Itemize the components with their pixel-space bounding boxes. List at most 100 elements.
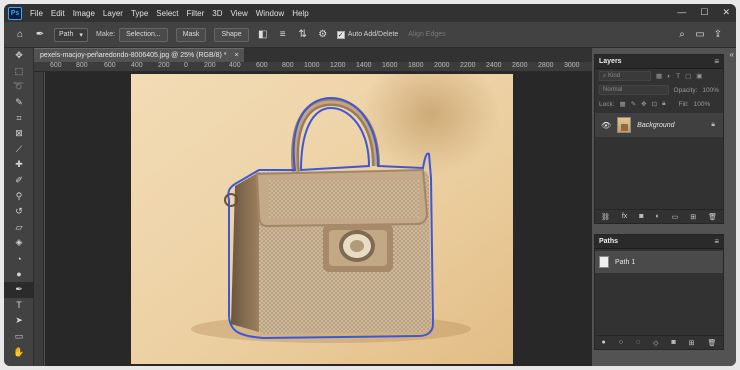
document-tab[interactable]: pexels-macjoy-peñaredondo-8006405.jpg @ … [34,48,244,62]
visibility-eye-icon[interactable]: 👁︎ [601,121,611,130]
lasso-tool-icon[interactable]: ➰ [4,79,34,95]
collapse-panels-icon[interactable]: « [730,50,734,59]
lock-pixels-icon[interactable]: ▦ [620,100,626,108]
delete-layer-icon[interactable]: 🗑︎ [708,213,717,221]
workspace-icon[interactable]: ▭ [694,29,706,41]
brush-tool-icon[interactable]: ✐ [4,173,34,189]
adjust-filter-icon[interactable]: ◐ [667,73,671,80]
crop-tool-icon[interactable]: ⌗ [4,110,34,126]
selection-button[interactable]: Selection... [119,27,168,42]
path-operations-icon[interactable]: ◧ [257,29,269,41]
dodge-tool-icon[interactable]: ● [4,266,34,282]
menu-view[interactable]: View [231,9,248,18]
panel-menu-icon[interactable]: ≡ [714,237,719,246]
maximize-button[interactable]: ☐ [700,7,708,18]
layers-tab[interactable]: Layers [599,58,622,65]
panel-menu-icon[interactable]: ≡ [714,57,719,66]
lock-position-icon[interactable]: ✥ [641,100,646,108]
new-layer-icon[interactable]: ⊞ [690,213,696,221]
type-tool-icon[interactable]: T [4,298,34,314]
menu-filter[interactable]: Filter [187,9,205,18]
menu-select[interactable]: Select [156,9,178,18]
ruler-label: 1800 [408,62,424,69]
eraser-tool-icon[interactable]: ▱ [4,220,34,236]
fill-path-icon[interactable]: ● [601,339,605,346]
home-icon[interactable]: ⌂ [14,29,26,41]
link-layers-icon[interactable]: ⛓ [601,213,610,221]
layer-lock-icon: 🔒︎ [711,121,715,128]
kind-filter-dropdown[interactable]: ⌕ Kind [599,71,651,81]
lock-paint-icon[interactable]: ✎ [631,100,636,108]
search-icon[interactable]: ⌕ [676,29,688,41]
menu-image[interactable]: Image [73,9,95,18]
hand-tool-icon[interactable]: ✋ [4,344,34,360]
menu-window[interactable]: Window [256,9,284,18]
mode-dropdown[interactable]: Path ▾ [54,27,88,42]
gradient-tool-icon[interactable]: ◈ [4,235,34,251]
quick-select-tool-icon[interactable]: ✎ [4,95,34,111]
menu-3d[interactable]: 3D [212,9,222,18]
add-mask-icon[interactable]: ◙ [671,339,675,346]
lock-all-icon[interactable]: 🔒︎ [662,100,665,108]
menu-help[interactable]: Help [292,9,308,18]
blend-mode-dropdown[interactable]: Normal [599,85,669,95]
menu-bar: Ps File Edit Image Layer Type Select Fil… [4,4,736,22]
pen-tool-preset-icon[interactable]: ✒ [34,29,46,41]
auto-add-delete-checkbox[interactable]: ✓ [336,30,345,39]
load-selection-icon[interactable]: ◌ [636,339,640,346]
fill-value[interactable]: 100% [694,101,711,108]
paths-tab[interactable]: Paths [599,238,618,245]
frame-tool-icon[interactable]: ⊠ [4,126,34,142]
path-arrangement-icon[interactable]: ⇅ [297,29,309,41]
adjustment-layer-icon[interactable]: ◐ [655,213,659,220]
path-alignment-icon[interactable]: ≡ [277,29,289,41]
blur-tool-icon[interactable]: ◔ [4,251,34,267]
history-brush-tool-icon[interactable]: ↺ [4,204,34,220]
shape-filter-icon[interactable]: ▢ [685,72,691,80]
rectangle-tool-icon[interactable]: ▭ [4,329,34,345]
options-bar: ⌂ ✒ Path ▾ Make: Selection... Mask Shape… [4,22,736,48]
menu-layer[interactable]: Layer [103,9,123,18]
pen-tool-icon[interactable]: ✒ [4,281,34,298]
lock-artboard-icon[interactable]: ⊡ [652,100,657,108]
stroke-path-icon[interactable]: ○ [619,339,623,346]
make-work-path-icon[interactable]: ◇ [653,339,658,347]
mode-value: Path [59,31,74,38]
menu-file[interactable]: File [30,9,43,18]
add-mask-icon[interactable]: ◙ [639,213,643,220]
fx-icon[interactable]: fx [622,213,627,220]
new-group-icon[interactable]: ▭ [672,213,679,221]
smart-filter-icon[interactable]: ▣ [696,72,702,80]
align-edges-label: Align Edges [408,31,446,38]
canvas-area[interactable] [45,72,592,366]
type-filter-icon[interactable]: T [676,73,680,80]
menu-type[interactable]: Type [131,9,148,18]
close-button[interactable]: ✕ [722,7,730,18]
kind-label: Kind [608,73,621,79]
settings-gear-icon[interactable]: ⚙ [317,29,329,41]
menu-edit[interactable]: Edit [51,9,65,18]
minimize-button[interactable]: — [677,7,686,18]
move-tool-icon[interactable]: ✥ [4,48,34,64]
path-selection-tool-icon[interactable]: ➤ [4,313,34,329]
new-path-icon[interactable]: ⊞ [689,339,695,347]
ps-logo: Ps [8,6,22,20]
shape-button[interactable]: Shape [214,27,249,42]
layer-row-background[interactable]: 👁︎ Background 🔒︎ [595,113,723,137]
ruler-label: 600 [104,62,116,69]
clone-stamp-tool-icon[interactable]: ⚲ [4,188,34,204]
ruler-label: 3000 [564,62,580,69]
ruler-label: 800 [76,62,88,69]
healing-brush-tool-icon[interactable]: ✚ [4,157,34,173]
opacity-value[interactable]: 100% [702,87,719,94]
share-icon[interactable]: ⇪ [712,29,724,41]
document-image[interactable] [131,74,513,364]
make-label: Make: [96,31,116,38]
path-row[interactable]: Path 1 [595,251,723,273]
eyedropper-tool-icon[interactable]: ⟋ [4,142,34,158]
mask-button[interactable]: Mask [175,27,207,42]
pixel-filter-icon[interactable]: ▦ [656,72,662,80]
delete-path-icon[interactable]: 🗑︎ [708,339,717,347]
tab-close-icon[interactable]: × [235,52,239,59]
marquee-tool-icon[interactable]: ⬚ [4,64,34,80]
